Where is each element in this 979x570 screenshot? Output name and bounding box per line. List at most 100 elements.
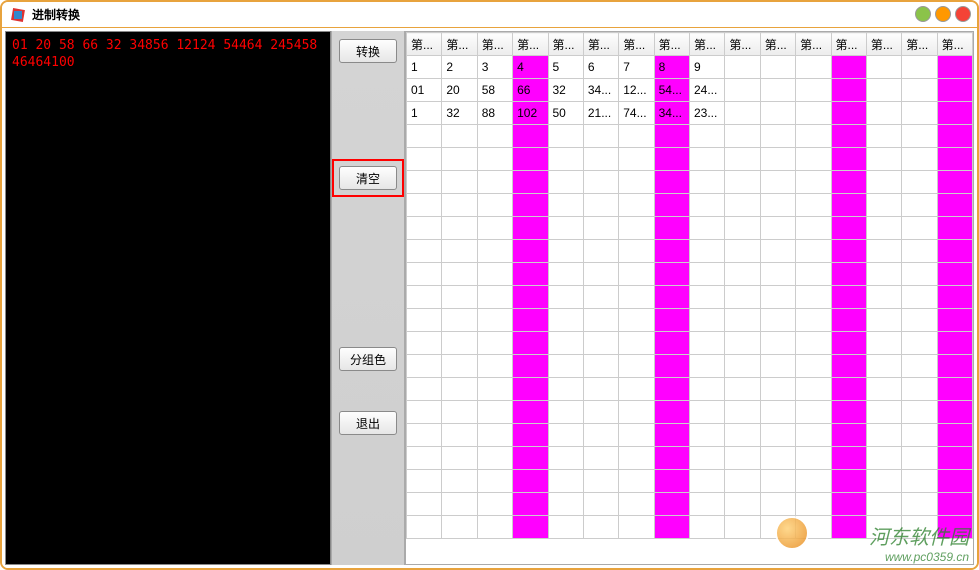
table-cell[interactable] <box>442 286 477 309</box>
table-cell[interactable] <box>548 309 583 332</box>
table-cell[interactable]: 12... <box>619 79 654 102</box>
table-cell[interactable] <box>619 493 654 516</box>
maximize-button[interactable] <box>935 6 951 22</box>
table-cell[interactable] <box>937 125 972 148</box>
table-cell[interactable] <box>937 424 972 447</box>
table-cell[interactable] <box>619 424 654 447</box>
table-cell[interactable] <box>937 447 972 470</box>
table-cell[interactable] <box>619 286 654 309</box>
table-cell[interactable] <box>654 263 689 286</box>
table-cell[interactable] <box>583 447 618 470</box>
exit-button[interactable]: 退出 <box>339 411 397 435</box>
table-cell[interactable] <box>937 470 972 493</box>
table-cell[interactable]: 8 <box>654 56 689 79</box>
table-cell[interactable] <box>690 470 725 493</box>
table-cell[interactable] <box>725 171 760 194</box>
table-cell[interactable] <box>725 332 760 355</box>
table-cell[interactable] <box>937 79 972 102</box>
table-cell[interactable] <box>548 355 583 378</box>
table-cell[interactable] <box>654 171 689 194</box>
table-cell[interactable] <box>442 309 477 332</box>
table-cell[interactable] <box>725 401 760 424</box>
table-cell[interactable] <box>866 125 901 148</box>
table-cell[interactable]: 1 <box>407 102 442 125</box>
table-cell[interactable] <box>407 447 442 470</box>
table-cell[interactable] <box>937 401 972 424</box>
table-cell[interactable] <box>442 148 477 171</box>
table-cell[interactable] <box>902 79 937 102</box>
table-cell[interactable]: 24... <box>690 79 725 102</box>
table-cell[interactable] <box>937 378 972 401</box>
table-cell[interactable] <box>760 286 795 309</box>
table-cell[interactable] <box>831 309 866 332</box>
clear-button[interactable]: 清空 <box>339 166 397 190</box>
col-header[interactable]: 第... <box>796 33 831 56</box>
col-header[interactable]: 第... <box>619 33 654 56</box>
table-cell[interactable] <box>583 309 618 332</box>
table-cell[interactable] <box>831 286 866 309</box>
table-cell[interactable] <box>831 332 866 355</box>
table-cell[interactable] <box>725 79 760 102</box>
table-cell[interactable] <box>442 378 477 401</box>
table-cell[interactable] <box>548 263 583 286</box>
col-header[interactable]: 第... <box>760 33 795 56</box>
table-cell[interactable] <box>866 240 901 263</box>
col-header[interactable]: 第... <box>831 33 866 56</box>
table-cell[interactable] <box>760 332 795 355</box>
table-cell[interactable] <box>477 447 512 470</box>
table-cell[interactable] <box>831 79 866 102</box>
table-cell[interactable] <box>619 148 654 171</box>
table-cell[interactable] <box>407 332 442 355</box>
table-cell[interactable] <box>831 447 866 470</box>
table-cell[interactable] <box>619 355 654 378</box>
col-header[interactable]: 第... <box>477 33 512 56</box>
table-cell[interactable] <box>796 102 831 125</box>
table-cell[interactable] <box>583 470 618 493</box>
table-cell[interactable] <box>937 286 972 309</box>
col-header[interactable]: 第... <box>548 33 583 56</box>
table-cell[interactable] <box>866 286 901 309</box>
table-cell[interactable] <box>937 194 972 217</box>
table-cell[interactable] <box>442 125 477 148</box>
table-cell[interactable] <box>796 493 831 516</box>
table-cell[interactable] <box>690 447 725 470</box>
close-button[interactable] <box>955 6 971 22</box>
table-cell[interactable] <box>654 516 689 539</box>
table-cell[interactable] <box>725 263 760 286</box>
table-cell[interactable] <box>760 470 795 493</box>
table-cell[interactable] <box>407 401 442 424</box>
table-cell[interactable]: 32 <box>548 79 583 102</box>
table-cell[interactable] <box>619 470 654 493</box>
table-cell[interactable] <box>866 378 901 401</box>
table-cell[interactable] <box>407 194 442 217</box>
table-cell[interactable] <box>654 194 689 217</box>
table-cell[interactable] <box>831 263 866 286</box>
table-cell[interactable] <box>477 401 512 424</box>
table-cell[interactable] <box>937 56 972 79</box>
table-cell[interactable]: 34... <box>654 102 689 125</box>
table-cell[interactable] <box>725 516 760 539</box>
table-cell[interactable] <box>760 56 795 79</box>
table-cell[interactable] <box>477 516 512 539</box>
col-header[interactable]: 第... <box>442 33 477 56</box>
table-cell[interactable] <box>548 401 583 424</box>
table-cell[interactable] <box>902 401 937 424</box>
table-cell[interactable] <box>902 56 937 79</box>
table-cell[interactable] <box>937 171 972 194</box>
table-cell[interactable] <box>583 171 618 194</box>
col-header[interactable]: 第... <box>690 33 725 56</box>
table-cell[interactable] <box>548 516 583 539</box>
table-cell[interactable] <box>477 493 512 516</box>
table-cell[interactable] <box>831 355 866 378</box>
table-cell[interactable] <box>831 378 866 401</box>
table-cell[interactable] <box>513 493 548 516</box>
table-cell[interactable] <box>937 516 972 539</box>
table-cell[interactable]: 20 <box>442 79 477 102</box>
table-cell[interactable] <box>796 56 831 79</box>
table-cell[interactable] <box>583 217 618 240</box>
table-cell[interactable] <box>513 516 548 539</box>
table-cell[interactable] <box>725 447 760 470</box>
table-cell[interactable] <box>407 493 442 516</box>
table-cell[interactable] <box>690 493 725 516</box>
table-cell[interactable] <box>548 493 583 516</box>
